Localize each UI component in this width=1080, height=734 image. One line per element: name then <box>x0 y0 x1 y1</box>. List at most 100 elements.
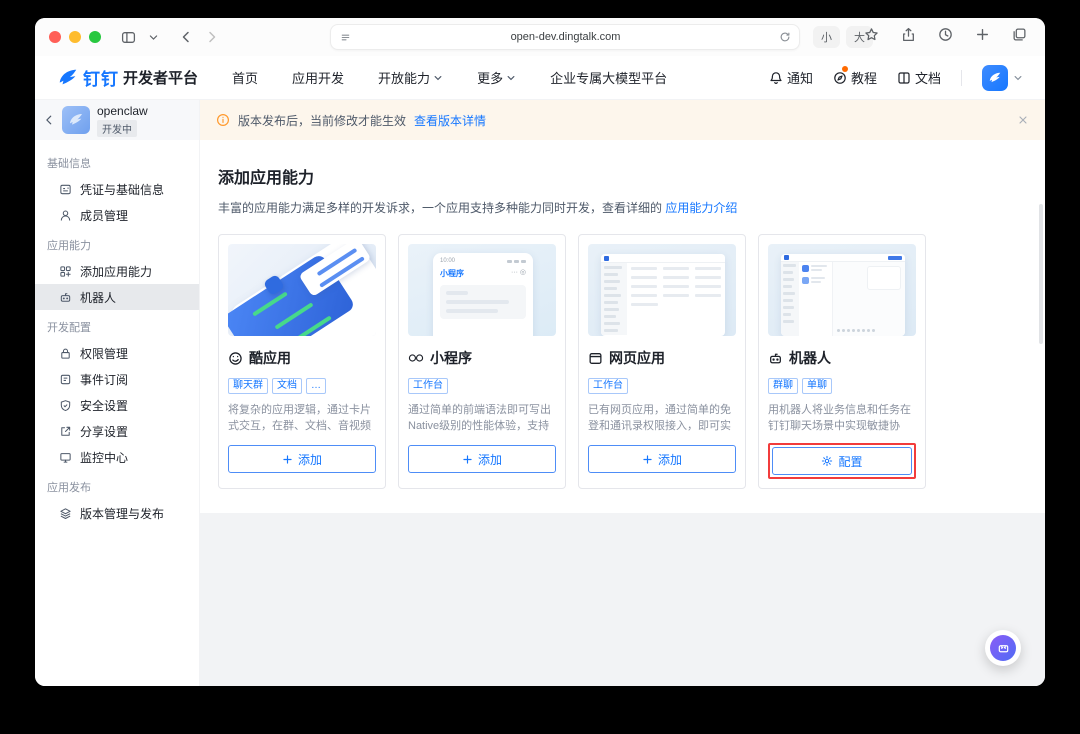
divider <box>961 69 962 86</box>
font-smaller-button[interactable]: 小 <box>813 26 840 48</box>
scrollbar-thumb[interactable] <box>1039 204 1043 344</box>
card-description: 已有网页应用，通过简单的免登和通讯录权限接入，即可实现钉钉工作台快捷使用。 <box>588 404 731 432</box>
zoom-window-button[interactable] <box>89 31 101 43</box>
plus-icon <box>283 454 292 464</box>
traffic-lights <box>49 31 101 43</box>
card-mini-program: 10:00 小程序 ··· ◎ 小程序 工作台 通过简单的前端语法即可写出Nat… <box>398 234 566 489</box>
top-nav: 首页 应用开发 开放能力 更多 企业专属大模型平台 <box>232 68 667 87</box>
assistant-fab[interactable] <box>985 630 1021 666</box>
minimize-window-button[interactable] <box>69 31 81 43</box>
collapse-sidebar-icon[interactable] <box>43 114 55 126</box>
history-clock-icon[interactable] <box>932 23 959 46</box>
share-icon[interactable] <box>895 23 922 46</box>
docs-button[interactable]: 文档 <box>897 68 941 87</box>
gear-icon <box>822 455 833 467</box>
add-web-app-button[interactable]: 添加 <box>588 445 736 473</box>
tutorial-icon <box>834 71 846 84</box>
id-card-icon <box>59 183 72 196</box>
sidebar-item-event-subscription[interactable]: 事件订阅 <box>35 366 199 392</box>
tag: 单聊 <box>802 378 832 394</box>
mini-program-icon <box>408 352 424 364</box>
page-subtitle: 丰富的应用能力满足多样的开发诉求，一个应用支持多种能力同时开发，查看详细的 应用… <box>218 201 738 215</box>
document-icon <box>898 71 910 84</box>
card-title: 酷应用 <box>249 350 291 366</box>
nav-llm-platform[interactable]: 企业专属大模型平台 <box>550 68 667 87</box>
card-title: 网页应用 <box>609 350 665 366</box>
robot-illustration <box>768 244 916 336</box>
lock-icon <box>59 347 72 360</box>
card-description: 将复杂的应用逻辑，通过卡片式交互，在群、文档、音视频等场域渗透出给成员快... <box>228 404 371 432</box>
app-name: openclaw <box>97 103 148 118</box>
site-header: 钉钉 开发者平台 首页 应用开发 开放能力 更多 企业专属大模型平台 通知 教程 <box>35 56 1045 100</box>
capability-panel: 添加应用能力 丰富的应用能力满足多样的开发诉求，一个应用支持多种能力同时开发，查… <box>200 140 1045 513</box>
brand-suffix: 开发者平台 <box>123 70 199 87</box>
robot-icon <box>768 351 783 366</box>
forward-button[interactable] <box>199 26 225 48</box>
avatar <box>982 64 1008 91</box>
sidebar-item-robot[interactable]: 机器人 <box>35 284 199 310</box>
close-window-button[interactable] <box>49 31 61 43</box>
bookmark-star-icon[interactable] <box>858 23 885 46</box>
main-area: 版本发布后，当前修改才能生效 查看版本详情 添加应用能力 丰富的应用能力满足多样… <box>200 100 1045 686</box>
card-description: 通过简单的前端语法即可写出Native级别的性能体验，支持iOS和Android… <box>408 404 551 432</box>
sidebar-item-members[interactable]: 成员管理 <box>35 202 199 228</box>
section-label-dev-config: 开发配置 <box>47 322 91 334</box>
banner-text: 版本发布后，当前修改才能生效 <box>238 113 407 128</box>
sidebar-item-add-capability[interactable]: 添加应用能力 <box>35 258 199 284</box>
chevron-down-icon <box>434 75 442 80</box>
reader-mode-icon[interactable] <box>339 31 352 44</box>
page-title: 添加应用能力 <box>218 170 315 187</box>
add-cool-app-button[interactable]: 添加 <box>228 445 376 473</box>
sidebar-item-security[interactable]: 安全设置 <box>35 392 199 418</box>
brand-name: 钉钉 <box>83 70 119 89</box>
view-version-details-link[interactable]: 查看版本详情 <box>414 112 486 129</box>
new-tab-icon[interactable] <box>969 23 996 46</box>
card-title: 机器人 <box>789 350 831 366</box>
user-icon <box>59 209 72 222</box>
sidebar-item-credentials[interactable]: 凭证与基础信息 <box>35 176 199 202</box>
plus-icon <box>643 454 652 464</box>
app-status-badge: 开发中 <box>97 119 137 137</box>
reload-icon[interactable] <box>779 31 791 43</box>
tutorial-button[interactable]: 教程 <box>833 66 877 87</box>
nav-app-dev[interactable]: 应用开发 <box>292 68 344 87</box>
assistant-robot-icon <box>990 635 1016 661</box>
sidebar-item-share-settings[interactable]: 分享设置 <box>35 418 199 444</box>
cool-app-icon <box>228 351 243 366</box>
card-web-app: 网页应用 工作台 已有网页应用，通过简单的免登和通讯录权限接入，即可实现钉钉工作… <box>578 234 746 489</box>
dingtalk-logo[interactable]: 钉钉 开发者平台 <box>57 65 198 90</box>
notification-dot <box>841 66 848 72</box>
sidebar-item-permissions[interactable]: 权限管理 <box>35 340 199 366</box>
sidebar-item-monitor-center[interactable]: 监控中心 <box>35 444 199 470</box>
url-text[interactable]: open-dev.dingtalk.com <box>352 31 779 43</box>
configure-robot-button[interactable]: 配置 <box>772 447 912 475</box>
robot-icon <box>59 291 72 304</box>
mock-app-label: 小程序 <box>440 269 464 278</box>
nav-home[interactable]: 首页 <box>232 68 258 87</box>
chevron-down-icon[interactable] <box>142 28 165 47</box>
version-banner: 版本发布后，当前修改才能生效 查看版本详情 <box>200 100 1045 140</box>
tab-overview-icon[interactable] <box>1006 23 1033 46</box>
share-box-icon <box>59 425 72 438</box>
mini-program-illustration: 10:00 小程序 ··· ◎ <box>408 244 556 336</box>
section-label-capability: 应用能力 <box>47 240 91 252</box>
web-app-illustration <box>588 244 736 336</box>
capability-cards: 酷应用 聊天群 文档 … 将复杂的应用逻辑，通过卡片式交互，在群、文档、音视频等… <box>218 234 1027 489</box>
nav-open-capability[interactable]: 开放能力 <box>378 68 443 87</box>
nav-more[interactable]: 更多 <box>477 68 516 87</box>
browser-window: open-dev.dingtalk.com 小 大 钉钉 开发者平台 首页 应用… <box>35 18 1045 686</box>
red-annotation-box: 配置 <box>768 443 916 479</box>
tag: 文档 <box>272 378 302 394</box>
tag: 群聊 <box>768 378 798 394</box>
notifications-button[interactable]: 通知 <box>769 68 813 87</box>
card-description: 用机器人将业务信息和任务在钉钉聊天场景中实现敏捷协作。 <box>768 404 911 432</box>
close-banner-icon[interactable] <box>1017 114 1029 126</box>
address-bar[interactable]: open-dev.dingtalk.com <box>330 24 800 50</box>
back-button[interactable] <box>173 26 199 48</box>
account-menu[interactable] <box>982 64 1023 91</box>
capability-intro-link[interactable]: 应用能力介绍 <box>665 201 737 215</box>
add-mini-program-button[interactable]: 添加 <box>408 445 556 473</box>
sidebar-item-version-release[interactable]: 版本管理与发布 <box>35 500 199 526</box>
event-icon <box>59 373 72 386</box>
sidebar-toggle-icon[interactable] <box>115 26 142 49</box>
